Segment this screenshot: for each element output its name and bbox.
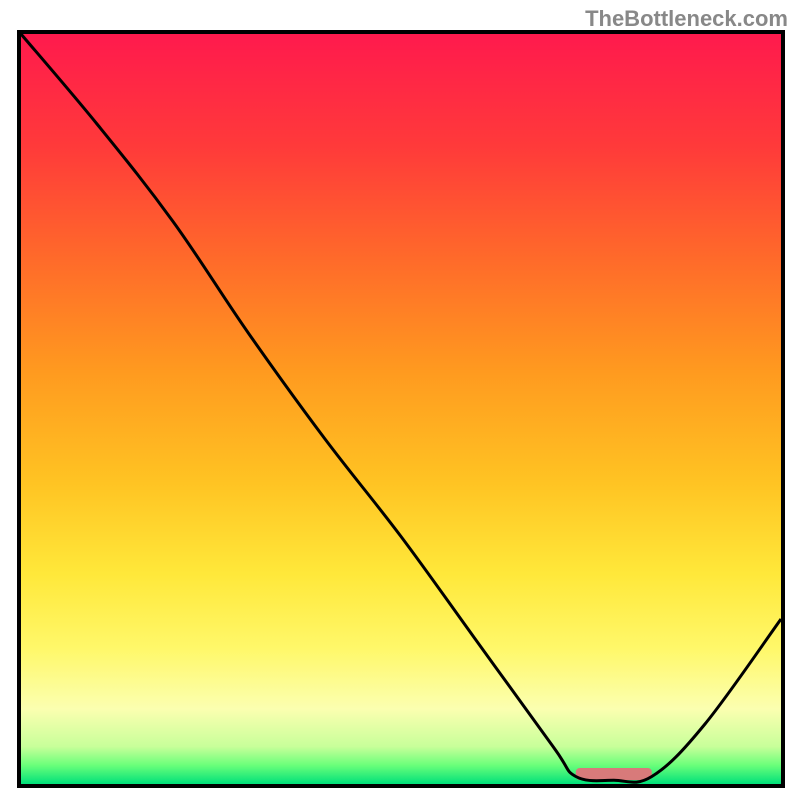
curve-layer [21, 34, 781, 784]
watermark-text: TheBottleneck.com [585, 6, 788, 32]
optimal-marker [576, 768, 652, 780]
bottleneck-curve [21, 34, 781, 782]
plot-area [17, 30, 785, 788]
chart-container: TheBottleneck.com [0, 0, 800, 800]
